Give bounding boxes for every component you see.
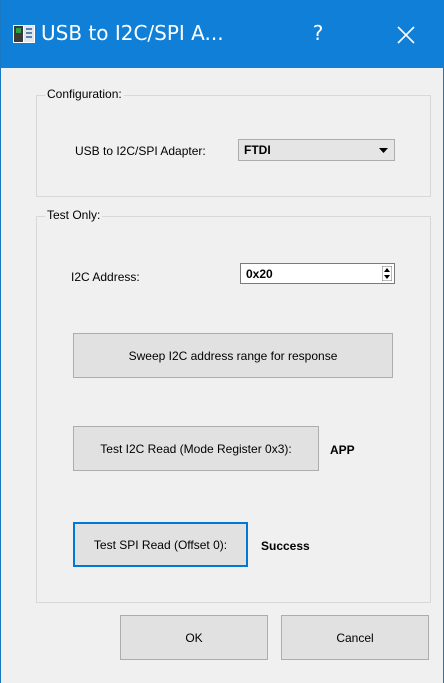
- adapter-select[interactable]: FTDI: [238, 139, 395, 161]
- configuration-legend: Configuration:: [45, 87, 124, 101]
- i2c-address-value: 0x20: [246, 267, 273, 281]
- adapter-label: USB to I2C/SPI Adapter:: [75, 144, 206, 158]
- spi-read-result: Success: [261, 539, 310, 553]
- i2c-address-label: I2C Address:: [71, 270, 140, 284]
- test-spi-read-button[interactable]: Test SPI Read (Offset 0):: [73, 522, 248, 567]
- test-only-legend: Test Only:: [45, 208, 103, 222]
- adapter-select-value: FTDI: [244, 143, 271, 157]
- test-i2c-read-button[interactable]: Test I2C Read (Mode Register 0x3):: [73, 426, 319, 471]
- window-title: USB to I2C/SPI A...: [41, 21, 224, 45]
- cancel-button[interactable]: Cancel: [281, 615, 429, 660]
- dropdown-arrow-icon: [379, 148, 388, 153]
- title-bar[interactable]: USB to I2C/SPI A... ?: [1, 0, 444, 68]
- dialog-window: USB to I2C/SPI A... ? Configuration: USB…: [0, 0, 444, 683]
- i2c-address-spinbox[interactable]: 0x20: [240, 263, 395, 284]
- app-icon: [13, 25, 35, 43]
- sweep-i2c-button[interactable]: Sweep I2C address range for response: [73, 333, 393, 378]
- ok-button[interactable]: OK: [120, 615, 268, 660]
- help-icon[interactable]: ?: [303, 18, 333, 48]
- i2c-read-result: APP: [330, 443, 355, 457]
- spin-arrows-icon[interactable]: [382, 266, 392, 281]
- close-icon[interactable]: [389, 18, 423, 52]
